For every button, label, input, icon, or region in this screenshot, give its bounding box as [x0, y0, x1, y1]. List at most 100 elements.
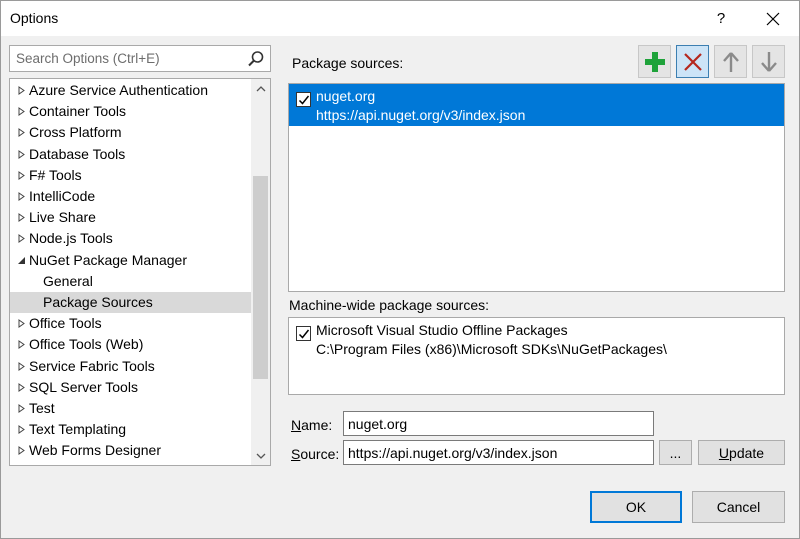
tree-item[interactable]: SQL Server Tools	[10, 377, 251, 398]
options-tree[interactable]: Azure Service Authentication Container To…	[9, 78, 271, 466]
tree-item[interactable]: Database Tools	[10, 144, 251, 165]
source-url: https://api.nuget.org/v3/index.json	[316, 107, 526, 123]
name-access-key: N	[291, 417, 302, 433]
close-button[interactable]	[753, 1, 793, 36]
source-name: nuget.org	[316, 88, 376, 104]
tree-item[interactable]: Service Fabric Tools	[10, 356, 251, 377]
tree-item-label: General	[43, 272, 93, 289]
collapsed-arrow-icon[interactable]	[16, 440, 28, 461]
scroll-down-button[interactable]	[251, 446, 270, 465]
tree-item[interactable]: F# Tools	[10, 165, 251, 186]
move-up-button[interactable]	[714, 45, 747, 78]
collapsed-arrow-icon[interactable]	[16, 165, 28, 186]
source-input[interactable]	[348, 443, 649, 462]
tree-item-label: Azure Service Authentication	[29, 82, 208, 98]
collapsed-arrow-icon[interactable]	[16, 207, 28, 228]
scroll-up-button[interactable]	[251, 79, 270, 98]
scroll-thumb[interactable]	[253, 176, 268, 379]
tree-item[interactable]: Web Forms Designer	[10, 440, 251, 461]
tree-item-label: Cross Platform	[29, 124, 122, 141]
search-box[interactable]	[9, 45, 271, 72]
name-label-text: ame:	[301, 417, 333, 433]
tree-item-label: Test	[29, 400, 55, 416]
collapsed-arrow-icon[interactable]	[16, 122, 28, 143]
machine-source-name: Microsoft Visual Studio Offline Packages	[316, 322, 568, 338]
tree-item-label: Web Forms Designer	[29, 442, 162, 459]
tree-item-label: Container Tools	[29, 103, 127, 120]
package-source-item[interactable]: nuget.org https://api.nuget.org/v3/index…	[289, 84, 784, 126]
cancel-button[interactable]: Cancel	[692, 491, 785, 523]
collapsed-arrow-icon[interactable]	[16, 186, 28, 207]
collapsed-arrow-icon[interactable]	[16, 334, 28, 355]
collapsed-arrow-icon[interactable]	[16, 144, 28, 165]
source-label-text: ource:	[300, 446, 340, 462]
tree-item[interactable]: Live Share	[10, 207, 251, 228]
search-icon[interactable]	[247, 50, 265, 68]
source-enabled-checkbox[interactable]	[296, 92, 311, 107]
help-icon: ?	[716, 10, 726, 27]
machine-sources-list[interactable]: Microsoft Visual Studio Offline Packages…	[288, 317, 785, 395]
checkmark-icon	[298, 329, 310, 339]
ok-button[interactable]: OK	[590, 491, 682, 523]
tree-item-label: Text Templating	[29, 421, 127, 438]
remove-source-button[interactable]	[676, 45, 709, 78]
collapsed-arrow-icon[interactable]	[16, 356, 28, 377]
tree-item[interactable]: Office Tools (Web)	[10, 334, 251, 355]
tree-item[interactable]: Cross Platform	[10, 122, 251, 143]
machine-source-item[interactable]: Microsoft Visual Studio Offline Packages…	[289, 318, 784, 360]
update-button[interactable]: Update	[698, 440, 785, 465]
name-field[interactable]	[343, 411, 654, 436]
collapsed-arrow-icon[interactable]	[16, 228, 28, 249]
collapsed-arrow-icon[interactable]	[16, 377, 28, 398]
machine-source-checkbox[interactable]	[296, 326, 311, 341]
tree-item-label: F# Tools	[29, 166, 82, 183]
tree-item[interactable]: IntelliCode	[10, 186, 251, 207]
collapsed-arrow-icon[interactable]	[16, 419, 28, 440]
tree-item[interactable]: Azure Service Authentication	[10, 80, 251, 101]
tree-item[interactable]: NuGet Package Manager	[10, 250, 251, 271]
tree-item-label: Package Sources	[43, 294, 153, 310]
name-input[interactable]	[348, 414, 649, 433]
source-field[interactable]	[343, 440, 654, 465]
collapsed-arrow-icon[interactable]	[16, 398, 28, 419]
collapsed-arrow-icon[interactable]	[16, 101, 28, 122]
collapsed-arrow-icon[interactable]	[16, 80, 28, 101]
tree-item[interactable]: Test	[10, 398, 251, 419]
chevron-down-icon	[256, 453, 265, 459]
tree-scrollbar[interactable]	[251, 79, 270, 465]
tree-item[interactable]: Text Templating	[10, 419, 251, 440]
expanded-arrow-icon[interactable]	[16, 250, 28, 271]
package-sources-list[interactable]: nuget.org https://api.nuget.org/v3/index…	[288, 83, 785, 292]
browse-button[interactable]: ...	[659, 440, 692, 465]
tree-item-label: SQL Server Tools	[29, 378, 138, 395]
tree-item-label: Service Fabric Tools	[29, 357, 155, 374]
help-button[interactable]: ?	[701, 1, 741, 36]
checkmark-icon	[298, 95, 310, 105]
source-label: Source:	[291, 446, 339, 462]
plus-icon	[644, 51, 665, 72]
name-label: Name:	[291, 417, 332, 433]
chevron-up-icon	[256, 85, 265, 91]
browse-label: ...	[669, 444, 682, 461]
tree-child-item[interactable]: Package Sources	[10, 292, 251, 313]
tree-item[interactable]: Office Tools	[10, 313, 251, 334]
tree-item-label: NuGet Package Manager	[29, 251, 187, 268]
tree-item-label: Office Tools (Web)	[29, 336, 144, 353]
machine-sources-label: Machine-wide package sources:	[289, 297, 489, 313]
tree-child-item[interactable]: General	[10, 271, 251, 292]
tree-item[interactable]: Container Tools	[10, 101, 251, 122]
move-down-button[interactable]	[752, 45, 785, 78]
tree-item-label: Live Share	[29, 209, 96, 226]
machine-source-path: C:\Program Files (x86)\Microsoft SDKs\Nu…	[316, 341, 667, 357]
ok-label: OK	[625, 499, 647, 515]
source-access-key: S	[291, 446, 301, 462]
tree-item[interactable]: Node.js Tools	[10, 228, 251, 249]
close-icon	[766, 12, 780, 25]
search-input[interactable]	[16, 49, 246, 68]
collapsed-arrow-icon[interactable]	[16, 313, 28, 334]
add-source-button[interactable]	[638, 45, 671, 78]
tree-item-label: Database Tools	[29, 145, 126, 162]
tree-item-label: Node.js Tools	[29, 230, 113, 247]
window-title: Options	[10, 10, 59, 26]
title-bar: Options ?	[1, 1, 799, 36]
